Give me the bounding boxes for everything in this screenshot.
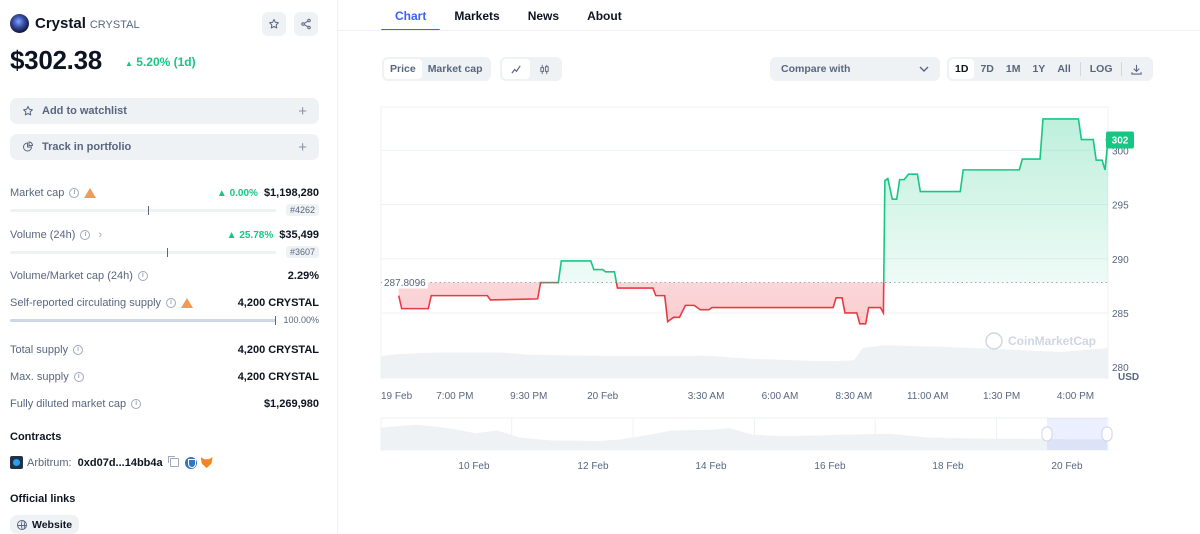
y-tick-label: 290 bbox=[1112, 255, 1129, 266]
x-tick-label: 8:30 AM bbox=[835, 391, 872, 402]
price-chart[interactable]: 280285290295300USD19 Feb 7:00 PM 9:30 PM 20… bbox=[0, 0, 1200, 534]
navigator-handle-right bbox=[1101, 426, 1113, 442]
coinmarketcap-logo-icon bbox=[985, 332, 1003, 350]
current-price-label: 302 bbox=[1112, 136, 1129, 147]
navigator-handle-left bbox=[1041, 426, 1053, 442]
navigator-tick-label: 14 Feb bbox=[695, 461, 727, 472]
watermark-text: CoinMarketCap bbox=[1008, 334, 1096, 348]
currency-label: USD bbox=[1118, 372, 1139, 383]
x-tick-label: 11:00 AM bbox=[907, 391, 949, 402]
x-tick-label: 7:00 PM bbox=[436, 391, 473, 402]
y-tick-label: 285 bbox=[1112, 309, 1129, 320]
x-tick-label: 4:00 PM bbox=[1057, 391, 1094, 402]
baseline-label: 287.8096 bbox=[384, 278, 426, 289]
current-price-dot bbox=[1105, 137, 1111, 143]
navigator-tick-label: 18 Feb bbox=[932, 461, 964, 472]
navigator-selection bbox=[1047, 418, 1107, 450]
x-tick-label: 9:30 PM bbox=[510, 391, 547, 402]
navigator-tick-label: 12 Feb bbox=[577, 461, 609, 472]
x-tick-label: 1:30 PM bbox=[983, 391, 1020, 402]
navigator-tick-label: 10 Feb bbox=[458, 461, 490, 472]
x-tick-label: 19 Feb bbox=[381, 391, 413, 402]
x-tick-label: 20 Feb bbox=[587, 391, 619, 402]
x-tick-label: 3:30 AM bbox=[688, 391, 725, 402]
navigator-tick-label: 16 Feb bbox=[814, 461, 846, 472]
navigator-tick-label: 20 Feb bbox=[1051, 461, 1083, 472]
x-tick-label: 6:00 AM bbox=[762, 391, 799, 402]
volume-area bbox=[381, 345, 1108, 378]
y-tick-label: 295 bbox=[1112, 201, 1129, 212]
